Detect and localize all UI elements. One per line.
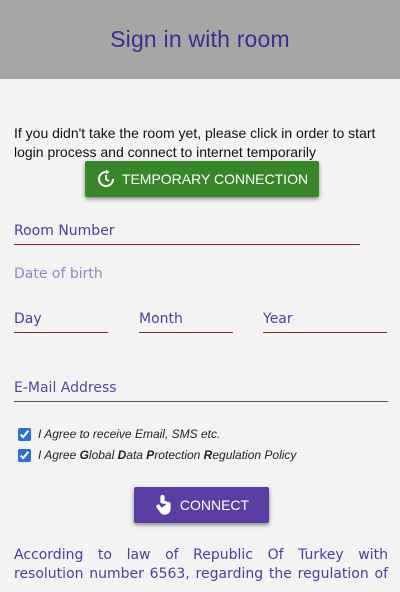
- day-input[interactable]: [14, 306, 108, 332]
- month-field: [139, 306, 233, 333]
- year-input[interactable]: [263, 306, 387, 332]
- year-field: [263, 306, 387, 333]
- room-number-field: [14, 218, 360, 245]
- page-title: Sign in with room: [110, 26, 290, 52]
- temporary-connection-label: TEMPORARY CONNECTION: [121, 171, 309, 187]
- gdpr-consent-checkbox[interactable]: [18, 448, 31, 462]
- connect-button[interactable]: CONNECT: [134, 487, 269, 523]
- day-field: [14, 306, 108, 333]
- date-of-birth-label: Date of birth: [14, 266, 103, 282]
- marketing-consent-row[interactable]: I Agree to receive Email, SMS etc.: [18, 427, 220, 441]
- gdpr-consent-label: I Agree Global Data Protection Regulatio…: [38, 448, 297, 462]
- intro-text: If you didn't take the room yet, please …: [14, 125, 376, 160]
- email-field: [14, 375, 388, 402]
- marketing-consent-checkbox[interactable]: [18, 427, 31, 441]
- header-bar: Sign in with room: [0, 0, 400, 79]
- refresh-clock-icon: [97, 169, 114, 187]
- room-number-input[interactable]: [14, 218, 360, 244]
- temporary-connection-button[interactable]: TEMPORARY CONNECTION: [85, 161, 319, 197]
- month-input[interactable]: [139, 306, 233, 332]
- email-input[interactable]: [14, 375, 388, 401]
- marketing-consent-label: I Agree to receive Email, SMS etc.: [38, 427, 221, 441]
- connect-label: CONNECT: [179, 497, 250, 513]
- tap-hand-icon: [156, 494, 171, 515]
- gdpr-consent-row[interactable]: I Agree Global Data Protection Regulatio…: [18, 448, 296, 462]
- legal-notice: According to law of Republic Of Turkey w…: [14, 547, 388, 582]
